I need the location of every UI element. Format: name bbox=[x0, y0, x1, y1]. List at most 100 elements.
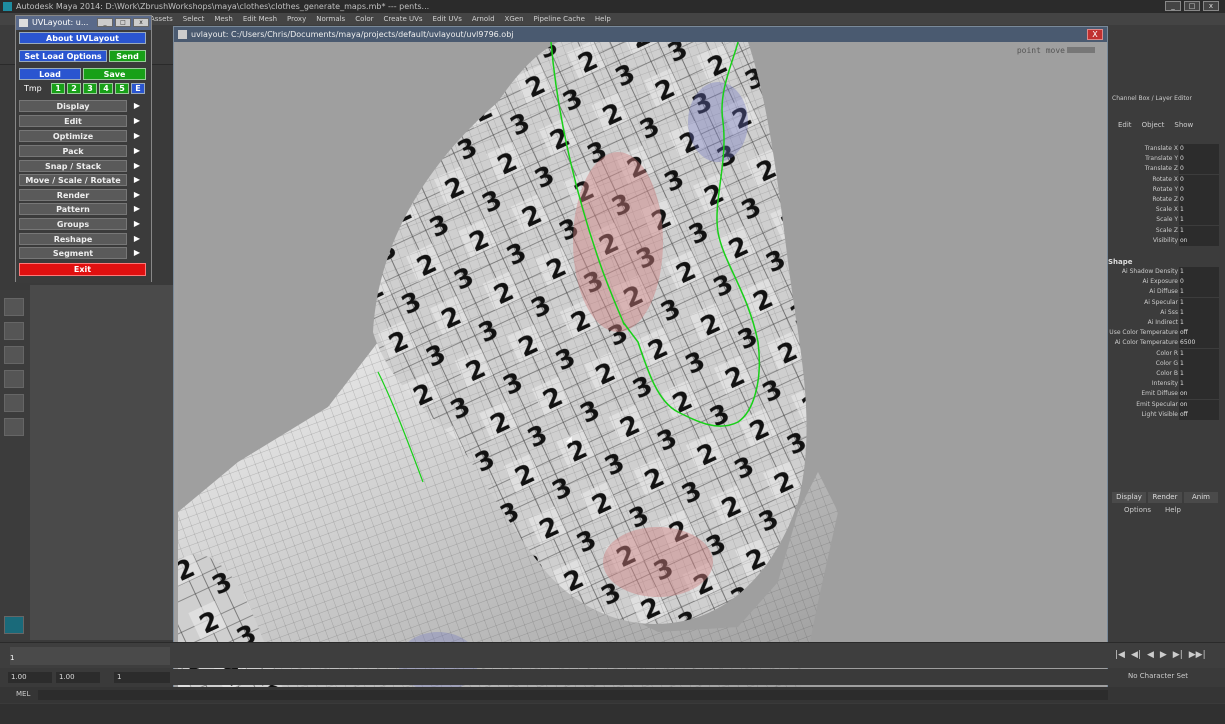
attribute-row[interactable]: Light Visible off bbox=[1108, 409, 1220, 420]
menu-item[interactable]: Select bbox=[183, 13, 205, 25]
menu-item[interactable]: Edit UVs bbox=[433, 13, 462, 25]
minimize-button[interactable]: _ bbox=[97, 18, 113, 27]
attribute-row[interactable]: Color G1 bbox=[1108, 358, 1220, 369]
attribute-value[interactable]: 1 bbox=[1179, 297, 1219, 308]
layout-persp-icon[interactable] bbox=[4, 370, 24, 388]
attribute-row[interactable]: Scale Z1 bbox=[1108, 225, 1220, 236]
attribute-value[interactable]: 0 bbox=[1179, 144, 1219, 154]
optimize-menu-button[interactable]: Optimize bbox=[19, 130, 127, 142]
show-menu[interactable]: Show bbox=[1174, 121, 1193, 129]
attribute-row[interactable]: Scale Y1 bbox=[1108, 215, 1220, 226]
attribute-value[interactable]: 1 bbox=[1179, 205, 1219, 216]
channels-menu[interactable]: Edit bbox=[1118, 121, 1132, 129]
tmp-slot-3[interactable]: 3 bbox=[83, 83, 97, 94]
close-button[interactable]: X bbox=[1087, 29, 1103, 40]
tmp-slot-5[interactable]: 5 bbox=[115, 83, 129, 94]
attribute-row[interactable]: Translate Z0 bbox=[1108, 164, 1220, 175]
attribute-row[interactable]: Ai Indirect 1 bbox=[1108, 318, 1220, 328]
attribute-row[interactable]: Visibility on bbox=[1108, 235, 1220, 246]
tab-anim[interactable]: Anim bbox=[1184, 492, 1218, 503]
about-uvlayout-button[interactable]: About UVLayout bbox=[19, 32, 146, 44]
exit-button[interactable]: Exit bbox=[19, 263, 146, 276]
chevron-right-icon[interactable]: ▶ bbox=[130, 100, 144, 112]
attribute-row[interactable]: Intensity 1 bbox=[1108, 379, 1220, 390]
menu-item[interactable]: Mesh bbox=[214, 13, 232, 25]
menu-item[interactable]: Color bbox=[355, 13, 373, 25]
close-button[interactable]: x bbox=[133, 18, 149, 27]
attribute-value[interactable]: 0 bbox=[1179, 174, 1219, 185]
layout-single-icon[interactable] bbox=[4, 322, 24, 340]
chevron-right-icon[interactable]: ▶ bbox=[130, 233, 144, 245]
tab-render[interactable]: Render bbox=[1148, 492, 1182, 503]
select-tool-icon[interactable] bbox=[4, 298, 24, 316]
object-menu[interactable]: Object bbox=[1142, 121, 1165, 129]
chevron-right-icon[interactable]: ▶ bbox=[130, 115, 144, 127]
attribute-value[interactable]: off bbox=[1179, 328, 1219, 339]
attribute-value[interactable]: 1 bbox=[1179, 369, 1219, 379]
attribute-row[interactable]: Ai Specular 1 bbox=[1108, 297, 1220, 308]
pack-menu-button[interactable]: Pack bbox=[19, 145, 127, 157]
tmp-slot-1[interactable]: 1 bbox=[51, 83, 65, 94]
menu-item[interactable]: Edit Mesh bbox=[243, 13, 277, 25]
menu-item[interactable]: Assets bbox=[150, 13, 173, 25]
attribute-value[interactable]: 1 bbox=[1179, 358, 1219, 369]
attribute-value[interactable]: off bbox=[1179, 409, 1219, 420]
attribute-row[interactable]: Rotate Z0 bbox=[1108, 195, 1220, 205]
play-forward-icon[interactable]: ▶ bbox=[1160, 650, 1167, 660]
playback-start-field[interactable]: 1.00 bbox=[56, 672, 100, 683]
character-set-menu[interactable]: No Character Set bbox=[1128, 672, 1188, 680]
attribute-row[interactable]: Ai Sss 1 bbox=[1108, 307, 1220, 318]
attribute-value[interactable]: 0 bbox=[1179, 195, 1219, 205]
attribute-value[interactable]: 1 bbox=[1179, 379, 1219, 390]
chevron-right-icon[interactable]: ▶ bbox=[130, 189, 144, 201]
attribute-value[interactable]: 0 bbox=[1179, 154, 1219, 165]
attribute-value[interactable]: 1 bbox=[1179, 307, 1219, 318]
layout-graph-icon[interactable] bbox=[4, 418, 24, 436]
attribute-row[interactable]: Translate Y0 bbox=[1108, 154, 1220, 165]
tmp-slot-e[interactable]: E bbox=[131, 83, 145, 94]
menu-item[interactable]: XGen bbox=[505, 13, 524, 25]
attribute-value[interactable]: 0 bbox=[1179, 164, 1219, 175]
render-menu-button[interactable]: Render bbox=[19, 189, 127, 201]
range-start-field[interactable]: 1 bbox=[114, 672, 170, 683]
attribute-value[interactable]: 1 bbox=[1179, 318, 1219, 328]
options-menu[interactable]: Options bbox=[1124, 506, 1151, 514]
attribute-row[interactable]: Scale X1 bbox=[1108, 205, 1220, 216]
attribute-row[interactable]: Emit Diffuse on bbox=[1108, 389, 1220, 400]
tmp-slot-4[interactable]: 4 bbox=[99, 83, 113, 94]
pattern-menu-button[interactable]: Pattern bbox=[19, 203, 127, 215]
chevron-right-icon[interactable]: ▶ bbox=[130, 218, 144, 230]
attribute-value[interactable]: 6500 bbox=[1179, 338, 1219, 349]
attribute-value[interactable]: 1 bbox=[1179, 215, 1219, 226]
attribute-value[interactable]: 1 bbox=[1179, 225, 1219, 236]
go-to-start-icon[interactable]: |◀ bbox=[1115, 650, 1125, 660]
attribute-row[interactable]: Ai Color Temperature 6500 bbox=[1108, 338, 1220, 349]
reshape-menu-button[interactable]: Reshape bbox=[19, 233, 127, 245]
edit-menu-button[interactable]: Edit bbox=[19, 115, 127, 127]
attribute-value[interactable]: 0 bbox=[1179, 277, 1219, 288]
attribute-row[interactable]: Use Color Temperature off bbox=[1108, 328, 1220, 339]
menu-item[interactable]: Create UVs bbox=[384, 13, 423, 25]
attribute-row[interactable]: Color B1 bbox=[1108, 369, 1220, 379]
attribute-value[interactable]: on bbox=[1179, 399, 1219, 410]
attribute-row[interactable]: Color R1 bbox=[1108, 348, 1220, 359]
attribute-row[interactable]: Emit Specular on bbox=[1108, 399, 1220, 410]
segment-menu-button[interactable]: Segment bbox=[19, 247, 127, 259]
save-button[interactable]: Save bbox=[83, 68, 146, 80]
attribute-value[interactable]: on bbox=[1179, 235, 1219, 246]
minimize-button[interactable]: _ bbox=[1165, 1, 1181, 11]
menu-item[interactable]: Proxy bbox=[287, 13, 306, 25]
load-button[interactable]: Load bbox=[19, 68, 81, 80]
mode-slider[interactable] bbox=[1067, 47, 1095, 53]
chevron-right-icon[interactable]: ▶ bbox=[130, 145, 144, 157]
maximize-button[interactable]: □ bbox=[115, 18, 131, 27]
go-to-end-icon[interactable]: ▶▶| bbox=[1189, 650, 1206, 660]
close-button[interactable]: x bbox=[1203, 1, 1219, 11]
attribute-row[interactable]: Ai Shadow Density 1 bbox=[1108, 267, 1220, 277]
tmp-slot-2[interactable]: 2 bbox=[67, 83, 81, 94]
menu-item[interactable]: Arnold bbox=[472, 13, 495, 25]
attribute-row[interactable]: Translate X0 bbox=[1108, 144, 1220, 154]
time-slider-track[interactable] bbox=[10, 647, 170, 665]
chevron-right-icon[interactable]: ▶ bbox=[130, 160, 144, 172]
attribute-value[interactable]: 1 bbox=[1179, 267, 1219, 277]
